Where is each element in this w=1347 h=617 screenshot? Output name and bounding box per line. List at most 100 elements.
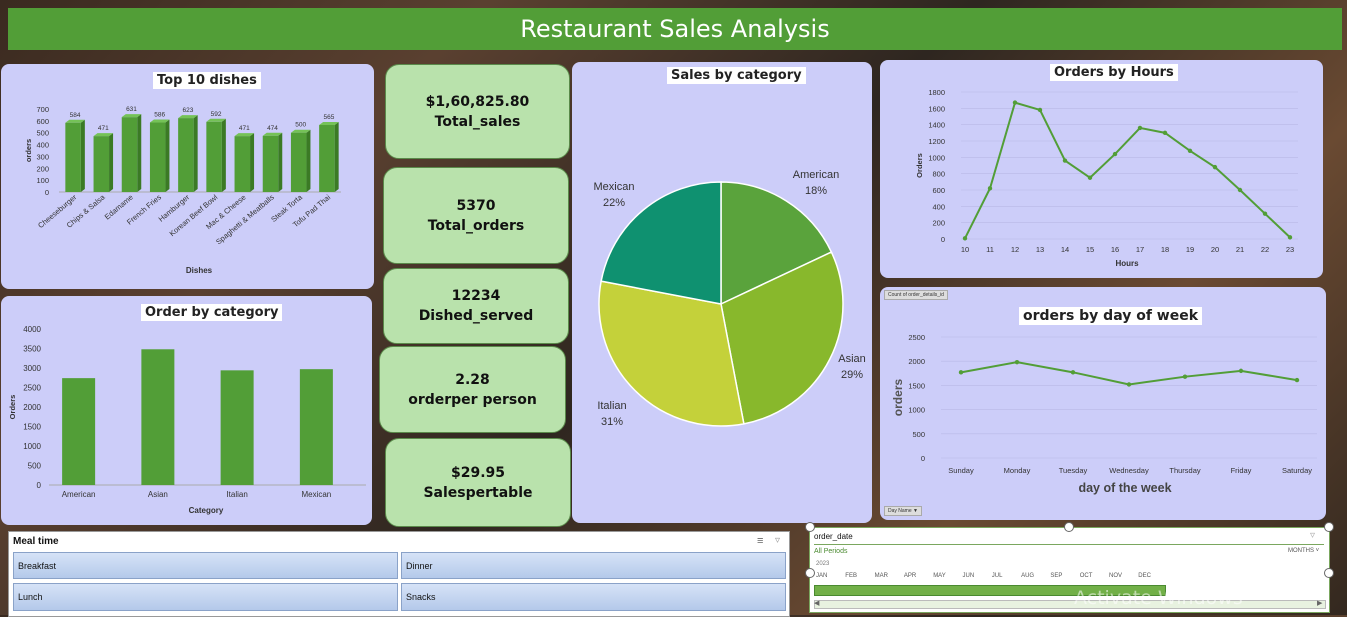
scroll-right-icon[interactable]: ▶	[1317, 599, 1322, 607]
x-tick-label: 16	[1111, 245, 1119, 254]
x-tick-label: Asian	[148, 490, 168, 499]
timeline-month[interactable]: NOV	[1109, 573, 1122, 579]
filter-button-label: Day Name	[888, 508, 912, 514]
resize-handle[interactable]	[805, 568, 815, 578]
kpi-total-orders: 5370 Total_orders	[383, 167, 569, 264]
x-tick-label: 11	[986, 245, 994, 254]
y-tick-label: 800	[932, 170, 945, 179]
kpi-sales-per-table: $29.95 Salespertable	[385, 438, 571, 527]
y-tick-label: 1600	[928, 104, 945, 113]
kpi-total-sales-label: Total_sales	[434, 113, 521, 130]
timeline-month[interactable]: APR	[904, 573, 916, 579]
timeline-month[interactable]: JAN	[816, 573, 827, 579]
y-axis-label: Orders	[915, 153, 924, 178]
resize-handle[interactable]	[1064, 522, 1074, 532]
timeline-month[interactable]: AUG	[1021, 573, 1034, 579]
timeline-month[interactable]: JUN	[963, 573, 975, 579]
y-tick-label: 1800	[928, 88, 945, 97]
filter-button-day-name[interactable]: Day Name ▼	[884, 506, 922, 516]
data-point	[1294, 377, 1300, 383]
bar-side	[306, 129, 311, 192]
x-axis-label: Category	[189, 506, 224, 515]
top-dishes-chart: 0100200300400500600700584Cheeseburger471…	[24, 105, 341, 275]
meal-time-snacks[interactable]: Snacks	[401, 583, 786, 611]
timeline-clear-filter-icon[interactable]: ▿	[1310, 530, 1315, 541]
meal-time-breakfast[interactable]: Breakfast	[13, 552, 398, 579]
data-point	[987, 186, 993, 191]
y-tick-label: 1000	[908, 406, 925, 415]
sales-by-category-panel: Sales by category American 18% Asian 29% Ita…	[572, 62, 872, 523]
resize-handle[interactable]	[805, 522, 815, 532]
timeline-month[interactable]: OCT	[1080, 573, 1093, 579]
x-tick-label: Italian	[226, 490, 247, 499]
timeline-month[interactable]: SEP	[1050, 573, 1062, 579]
x-tick-label: Sunday	[948, 466, 974, 475]
meal-time-slicer: Meal time ≡ ▿ Breakfast Dinner Lunch Sna…	[8, 531, 790, 617]
y-tick-label: 0	[45, 188, 49, 197]
kpi-order-per-person: 2.28 orderper person	[379, 346, 566, 433]
x-tick-label: Thursday	[1169, 466, 1201, 475]
data-label: 565	[323, 114, 334, 121]
data-point	[962, 236, 968, 241]
slice-category-label: Mexican	[594, 181, 635, 193]
series-line	[964, 101, 1291, 239]
y-tick-label: 500	[28, 462, 42, 471]
meal-time-slicer-title: Meal time	[13, 536, 59, 547]
bar	[65, 122, 81, 192]
y-tick-label: 3500	[23, 345, 41, 354]
timeline-months: JAN FEB MAR APR MAY JUN JUL AUG SEP OCT NOV DEC	[814, 573, 1334, 583]
y-tick-label: 500	[36, 129, 49, 138]
bar	[290, 132, 307, 192]
timeline-scrollbar[interactable]	[814, 600, 1326, 609]
scroll-left-icon[interactable]: ◀	[814, 599, 819, 607]
dropdown-arrow-icon: ▼	[913, 508, 918, 514]
y-tick-label: 100	[36, 176, 49, 185]
y-axis-label: orders	[891, 379, 905, 417]
y-tick-label: 700	[36, 105, 49, 114]
data-point	[1014, 359, 1020, 365]
clear-filter-icon[interactable]: ▿	[775, 535, 780, 546]
order-by-category-panel: Order by category 0 500 1000 1500 2000 2500 30…	[1, 296, 372, 525]
bar	[319, 125, 335, 192]
bar	[93, 136, 110, 192]
slice-category-label: Asian	[838, 353, 866, 365]
bar-side	[250, 133, 255, 192]
bar-side	[109, 133, 114, 192]
x-tick-label: Friday	[1231, 466, 1252, 475]
top-dishes-panel: Top 10 dishes 0 100 200 300 400 500 600 700 584 C…	[1, 64, 374, 289]
timeline-level-label: MONTHS	[1288, 548, 1314, 554]
meal-time-dinner[interactable]: Dinner	[401, 552, 786, 579]
timeline-month[interactable]: MAR	[875, 573, 888, 579]
x-tick-label: 22	[1261, 245, 1269, 254]
resize-handle[interactable]	[1324, 522, 1334, 532]
data-point	[1087, 175, 1093, 180]
resize-handle[interactable]	[1324, 568, 1334, 578]
dashboard-title: Restaurant Sales Analysis	[8, 8, 1342, 50]
x-tick-label: 10	[961, 245, 969, 254]
y-tick-label: 0	[37, 481, 42, 490]
timeline-level-select[interactable]: MONTHS ˅	[1288, 548, 1319, 554]
data-point	[1212, 164, 1218, 170]
timeline-month[interactable]: MAY	[933, 573, 946, 579]
data-label: 631	[126, 106, 137, 113]
kpi-total-sales-value: $1,60,825.80	[425, 93, 530, 110]
data-point	[1062, 158, 1068, 163]
slice-percent-label: 31%	[601, 416, 623, 428]
series-line	[960, 361, 1298, 386]
multi-select-icon[interactable]: ≡	[757, 535, 763, 547]
timeline-month[interactable]: FEB	[845, 573, 857, 579]
data-point	[1137, 125, 1143, 131]
meal-time-lunch[interactable]: Lunch	[13, 583, 398, 611]
y-tick-label: 2500	[23, 384, 41, 393]
data-point	[1012, 100, 1018, 105]
data-point	[1112, 151, 1118, 157]
timeline-month[interactable]: JUL	[992, 573, 1003, 579]
orders-by-hours-chart: 0 200 400 600 800 1000 1200 1400 1600 1800 10 11 12 1…	[915, 88, 1298, 268]
timeline-month[interactable]: DEC	[1138, 573, 1151, 579]
y-tick-label: 200	[932, 219, 945, 228]
y-axis-label: orders	[24, 139, 33, 162]
y-tick-label: 600	[36, 117, 49, 126]
timeline-year: 2023	[816, 561, 830, 567]
bar	[149, 122, 166, 192]
x-tick-label: 23	[1286, 245, 1294, 254]
